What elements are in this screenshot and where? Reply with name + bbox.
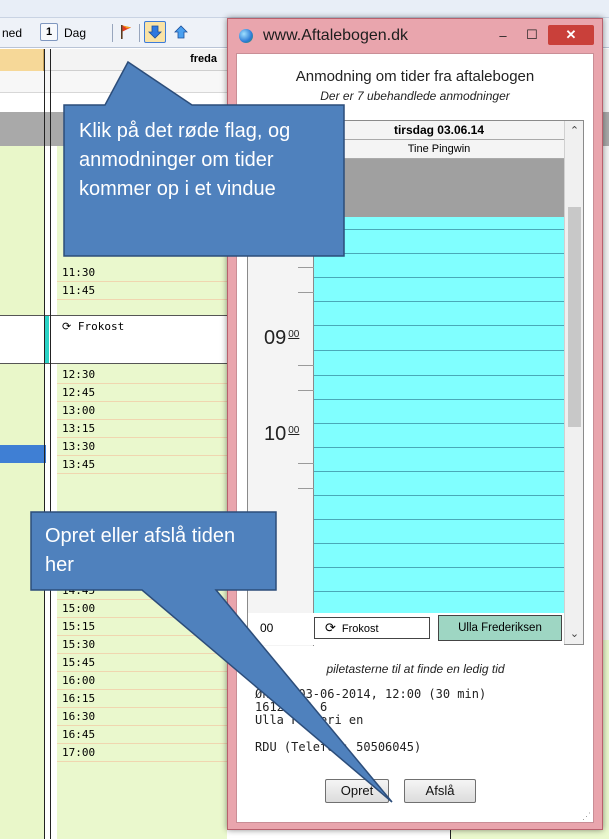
maximize-button[interactable]: ☐ <box>519 25 545 45</box>
slot-line <box>314 423 564 424</box>
slot-line <box>314 253 564 254</box>
day-view-button[interactable]: Dag <box>64 25 86 41</box>
slot-line <box>314 325 564 326</box>
requested-booking[interactable]: Ulla Frederiksen <box>438 615 562 641</box>
slot-line <box>314 519 564 520</box>
available-slots[interactable] <box>314 217 564 613</box>
day-header-label[interactable]: freda <box>190 53 217 65</box>
recurring-icon: ⟳ <box>62 320 72 333</box>
selected-cell[interactable] <box>0 445 46 463</box>
request-details: Ønske 03-06-2014, 12:00 (30 min) 161276-… <box>255 688 486 754</box>
hour-tick <box>298 390 314 391</box>
hour-tick <box>298 488 314 489</box>
scroll-down-icon[interactable]: ⌄ <box>565 624 584 644</box>
column-divider <box>44 49 45 839</box>
time-slot[interactable]: 13:45 <box>57 456 227 474</box>
lunch-label-text: Frokost <box>77 320 125 333</box>
scroll-thumb[interactable] <box>568 207 581 427</box>
toolbar-separator <box>139 24 140 42</box>
window-titlebar[interactable]: www.Aftalebogen.dk – ☐ ✕ <box>228 19 602 53</box>
schedule-scrollbar[interactable]: ⌃ ⌄ <box>564 121 583 644</box>
pending-requests-count: Der er 7 ubehandlede anmodninger <box>320 89 510 103</box>
time-slot[interactable]: 16:00 <box>57 672 227 690</box>
toolbar-partial-label[interactable]: ned <box>2 25 22 41</box>
recurring-icon: ⟳ <box>325 620 336 635</box>
slot-line <box>314 277 564 278</box>
slot-line <box>314 471 564 472</box>
globe-icon <box>239 29 253 43</box>
create-button[interactable]: Opret <box>325 779 389 803</box>
time-slot[interactable]: 13:00 <box>57 402 227 420</box>
noon-time-label: 00 <box>260 621 274 635</box>
time-slot[interactable]: 14:45 <box>57 582 227 600</box>
unavailable-block <box>314 159 564 217</box>
time-slot[interactable]: 12:30 <box>57 366 227 384</box>
slot-line <box>314 567 564 568</box>
time-slot[interactable]: 15:30 <box>57 636 227 654</box>
time-slot[interactable]: 15:00 <box>57 600 227 618</box>
hour-10-minutes: 00 <box>288 425 300 436</box>
slot-line <box>314 229 564 230</box>
callout-flag-text: Klik på det røde flag, og anmodninger om… <box>79 120 291 200</box>
resize-grip-icon[interactable]: ⋰ <box>582 811 591 822</box>
time-slot[interactable]: 13:15 <box>57 420 227 438</box>
time-slot[interactable]: 11:45 <box>57 282 227 300</box>
column-divider <box>50 49 51 839</box>
arrow-keys-hint: piletasterne til at finde en ledig tid <box>326 662 505 676</box>
time-slot[interactable]: 15:45 <box>57 654 227 672</box>
time-slot[interactable]: 13:30 <box>57 438 227 456</box>
hour-tick <box>298 365 314 366</box>
window-title: www.Aftalebogen.dk <box>263 27 408 44</box>
arrow-up-icon[interactable] <box>172 23 190 41</box>
scroll-up-icon[interactable]: ⌃ <box>565 121 584 141</box>
time-slot[interactable]: 16:15 <box>57 690 227 708</box>
schedule-date: tirsdag 03.06.14 <box>314 121 564 140</box>
hour-tick <box>298 292 314 293</box>
calendar-day-icon-number: 1 <box>45 26 53 38</box>
hour-tick <box>298 463 314 464</box>
request-phone-line: RDU (Telefon: 50506045) <box>255 740 422 754</box>
app-top-strip <box>0 0 609 18</box>
frokost-block[interactable]: ⟳ Frokost <box>314 617 430 639</box>
hour-09-text: 09 <box>264 327 287 349</box>
hour-label-10: 10 00 <box>264 423 299 446</box>
slot-line <box>314 447 564 448</box>
header-corner-cell <box>0 49 44 71</box>
lunch-color-marker <box>45 316 49 363</box>
time-slot[interactable]: 11:30 <box>57 264 227 282</box>
calendar-time-column: 11:30 11:45 12:30 12:45 13:00 13:15 13:3… <box>57 146 227 839</box>
hour-tick <box>298 267 314 268</box>
schedule-noon-row: 00 ⟳ Frokost Ulla Frederiksen <box>248 613 564 645</box>
time-slot[interactable]: 17:00 <box>57 744 227 762</box>
slot-line <box>314 495 564 496</box>
slot-line <box>314 591 564 592</box>
lunch-label: ⟳ Frokost <box>62 320 124 333</box>
hour-09-minutes: 00 <box>288 329 300 340</box>
minimize-button[interactable]: – <box>490 25 516 45</box>
calendar-left-column <box>0 146 44 839</box>
toolbar-separator <box>112 24 113 42</box>
slot-line <box>314 543 564 544</box>
time-slot[interactable]: 15:15 <box>57 618 227 636</box>
time-slot[interactable]: 16:30 <box>57 708 227 726</box>
hour-label-09: 09 00 <box>264 327 299 350</box>
time-slot[interactable]: 16:45 <box>57 726 227 744</box>
slot-line <box>314 399 564 400</box>
callout-action-text: Opret eller afslå tiden her <box>45 525 236 576</box>
red-flag-icon[interactable] <box>117 23 135 41</box>
arrow-down-icon[interactable] <box>144 21 166 43</box>
time-slot[interactable]: 12:45 <box>57 384 227 402</box>
frokost-block-label: Frokost <box>341 623 379 635</box>
slot-line <box>314 301 564 302</box>
slot-line <box>314 350 564 351</box>
reject-button[interactable]: Afslå <box>404 779 476 803</box>
slot-line <box>314 375 564 376</box>
request-name-line: Ulla Frederi en <box>255 713 364 727</box>
hour-10-text: 10 <box>264 423 287 445</box>
request-heading: Anmodning om tider fra aftalebogen <box>295 68 535 85</box>
calendar-day-icon[interactable]: 1 <box>40 23 58 41</box>
schedule-person: Tine Pingwin <box>314 140 564 159</box>
close-button[interactable]: ✕ <box>548 25 594 45</box>
